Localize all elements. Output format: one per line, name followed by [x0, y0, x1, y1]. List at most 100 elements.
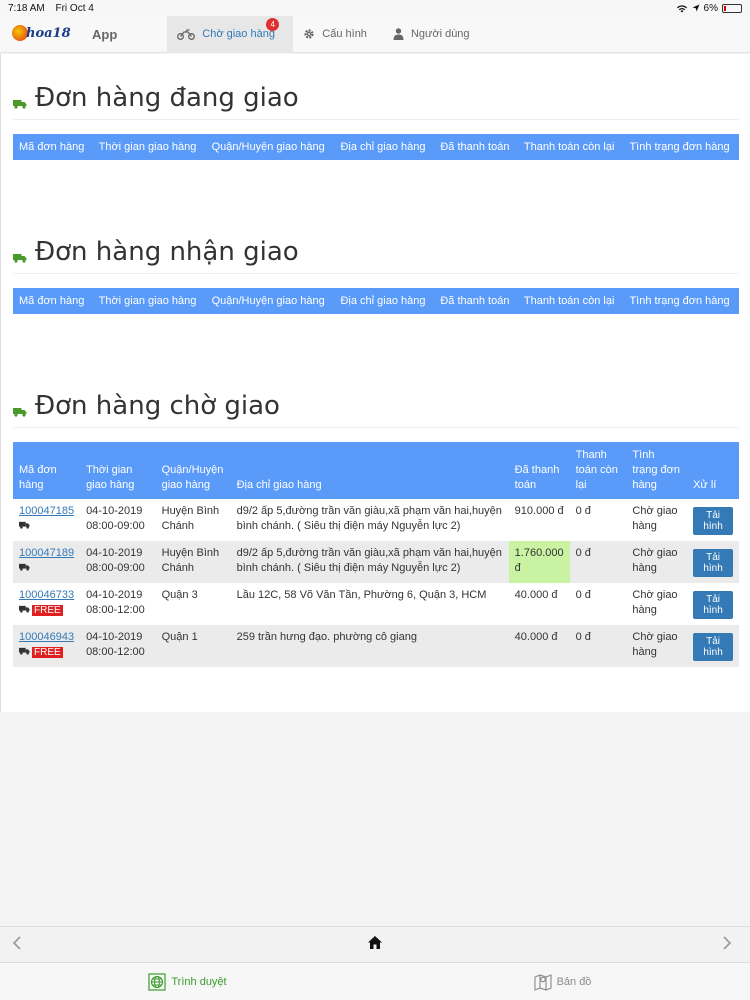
logo[interactable]: hoa18	[12, 23, 74, 45]
column-header[interactable]: Mã đơn hàng	[13, 442, 80, 499]
column-header[interactable]: Địa chỉ giao hàng	[231, 442, 509, 499]
location-icon	[692, 4, 700, 12]
table-header-row: Mã đơn hàng Thời gian giao hàng Quận/Huy…	[13, 442, 739, 499]
district-cell: Quận 1	[161, 631, 198, 643]
section-title: Đơn hàng đang giao	[13, 80, 739, 120]
section-waiting: Đơn hàng chờ giao Mã đơn hàng Thời gian …	[13, 388, 739, 667]
status-date: Fri Oct 4	[55, 2, 94, 14]
globe-icon	[148, 972, 166, 991]
orders-table: Mã đơn hàng Thời gian giao hàng Quận/Huy…	[13, 288, 739, 314]
column-header[interactable]: Quận/Huyện giao hàng	[156, 442, 231, 499]
address-cell: 259 trần hưng đạo. phường cô giang	[236, 631, 417, 643]
remaining-cell: 0 đ	[575, 589, 591, 601]
order-id-link[interactable]: 100046943	[19, 631, 74, 643]
free-badge: FREE	[32, 647, 63, 658]
column-header[interactable]: Thanh toán còn lại	[570, 442, 627, 499]
tab-browser[interactable]: Trình duyệt	[0, 963, 375, 1000]
map-icon	[534, 973, 552, 991]
bottom-tab-bar: Trình duyệt Bản đồ	[0, 962, 750, 1000]
delivery-time-cell: 04-10-2019 08:00-12:00	[86, 631, 145, 658]
tab-waiting-delivery[interactable]: Chờ giao hàng 4	[167, 15, 294, 53]
column-header[interactable]: Tình trạng đơn hàng	[623, 134, 739, 160]
table-row: 100047189 04-10-2019 08:00-09:00 Huyện Bì…	[13, 541, 739, 583]
tab-map[interactable]: Bản đồ	[375, 963, 750, 1000]
truck-icon	[13, 394, 27, 424]
tab-users[interactable]: Người dùng	[383, 16, 486, 53]
logo-wordmark: hoa18	[26, 26, 71, 41]
remaining-cell: 0 đ	[575, 505, 591, 517]
motorbike-icon	[177, 28, 196, 40]
column-header[interactable]: Mã đơn hàng	[13, 134, 93, 160]
status-cell: Chờ giao hàng	[632, 547, 678, 574]
gear-icon	[303, 28, 315, 40]
order-id-link[interactable]: 100047189	[19, 547, 74, 559]
column-header[interactable]: Thanh toán còn lại	[518, 134, 624, 160]
browser-toolbar	[0, 926, 750, 962]
remaining-cell: 0 đ	[575, 547, 591, 559]
brand-title[interactable]: App	[92, 27, 117, 42]
district-cell: Quận 3	[161, 589, 198, 601]
table-row: 100046733 FREE 04-10-2019 08:00-12:00 Quậ…	[13, 583, 739, 625]
tab-waiting-delivery-label: Chờ giao hàng	[202, 28, 275, 40]
order-id-cell: 100047189	[13, 541, 80, 583]
forward-arrow-icon[interactable]	[722, 934, 738, 955]
order-id-link[interactable]: 100046733	[19, 589, 74, 601]
home-icon[interactable]	[367, 935, 383, 955]
column-header[interactable]: Đã thanh toán	[434, 134, 518, 160]
orders-table: Mã đơn hàng Thời gian giao hàng Quận/Huy…	[13, 442, 739, 667]
truck-icon	[19, 520, 30, 532]
tab-settings-label: Cấu hình	[322, 28, 367, 40]
table-row: 100047185 04-10-2019 08:00-09:00 Huyện Bì…	[13, 499, 739, 541]
orders-table: Mã đơn hàng Thời gian giao hàng Quận/Huy…	[13, 134, 739, 160]
status-cell: Chờ giao hàng	[632, 589, 678, 616]
action-cell: Tải hình	[687, 499, 739, 541]
upload-image-button[interactable]: Tải hình	[693, 591, 733, 619]
order-id-link[interactable]: 100047185	[19, 505, 74, 517]
column-header[interactable]: Địa chỉ giao hàng	[334, 134, 434, 160]
notification-badge: 4	[266, 17, 280, 31]
section-title: Đơn hàng chờ giao	[13, 388, 739, 428]
address-cell: Lầu 12C, 58 Võ Văn Tần, Phường 6, Quận 3…	[236, 589, 487, 601]
column-header[interactable]: Thời gian giao hàng	[93, 134, 206, 160]
column-header[interactable]: Đã thanh toán	[509, 442, 570, 499]
status-cell: Chờ giao hàng	[632, 631, 678, 658]
action-cell: Tải hình	[687, 625, 739, 667]
top-navbar: hoa18 App Chờ giao hàng 4 Cấu hình Người…	[0, 15, 750, 53]
wifi-icon	[676, 4, 687, 12]
paid-cell: 40.000 đ	[514, 631, 558, 643]
status-time: 7:18 AM	[8, 2, 45, 14]
upload-image-button[interactable]: Tải hình	[693, 633, 733, 661]
action-cell: Tải hình	[687, 541, 739, 583]
column-header[interactable]: Thời gian giao hàng	[80, 442, 156, 499]
column-header[interactable]: Xử lí	[687, 442, 739, 499]
status-bar: 7:18 AM Fri Oct 4 6%	[0, 0, 750, 16]
battery-icon	[722, 3, 742, 13]
delivery-time-cell: 04-10-2019 08:00-12:00	[86, 589, 145, 616]
back-arrow-icon[interactable]	[12, 934, 28, 955]
section-accepted: Đơn hàng nhận giao Mã đơn hàng Thời gian…	[13, 234, 739, 314]
remaining-cell: 0 đ	[575, 631, 591, 643]
upload-image-button[interactable]: Tải hình	[693, 507, 733, 535]
delivery-time-cell: 04-10-2019 08:00-09:00	[86, 505, 145, 532]
tab-settings[interactable]: Cấu hình	[293, 16, 383, 53]
truck-icon	[13, 86, 27, 116]
battery-percent: 6%	[703, 2, 718, 14]
column-header[interactable]: Tình trạng đơn hàng	[623, 288, 739, 314]
delivery-time-cell: 04-10-2019 08:00-09:00	[86, 547, 145, 574]
column-header[interactable]: Đã thanh toán	[434, 288, 518, 314]
status-cell: Chờ giao hàng	[632, 505, 678, 532]
main-content: Đơn hàng đang giao Mã đơn hàng Thời gian…	[0, 54, 750, 712]
column-header[interactable]: Thanh toán còn lại	[518, 288, 624, 314]
column-header[interactable]: Mã đơn hàng	[13, 288, 93, 314]
upload-image-button[interactable]: Tải hình	[693, 549, 733, 577]
column-header[interactable]: Quận/Huyện giao hàng	[206, 134, 335, 160]
column-header[interactable]: Tình trạng đơn hàng	[626, 442, 687, 499]
column-header[interactable]: Thời gian giao hàng	[93, 288, 206, 314]
action-cell: Tải hình	[687, 583, 739, 625]
address-cell: d9/2 ấp 5,đường trần văn giàu,xã phạm vă…	[236, 505, 502, 532]
column-header[interactable]: Quận/Huyện giao hàng	[206, 288, 335, 314]
truck-icon	[19, 562, 30, 574]
table-row: 100046943 FREE 04-10-2019 08:00-12:00 Quậ…	[13, 625, 739, 667]
column-header[interactable]: Địa chỉ giao hàng	[334, 288, 434, 314]
user-icon	[393, 28, 404, 40]
